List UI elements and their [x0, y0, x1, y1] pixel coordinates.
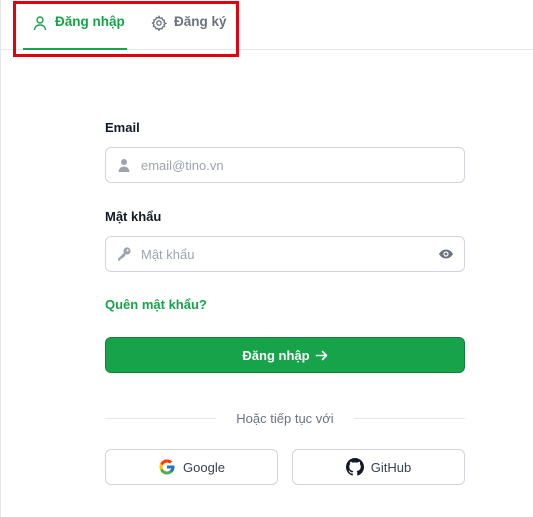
google-icon — [158, 458, 176, 476]
github-label: GitHub — [370, 459, 412, 475]
divider-line-left — [105, 417, 217, 419]
github-button[interactable]: GitHub — [292, 449, 465, 485]
password-label: Mật khẩu — [105, 209, 162, 224]
login-button[interactable]: Đăng nhập — [105, 337, 465, 373]
email-label: Email — [105, 120, 140, 135]
github-icon — [345, 458, 364, 476]
google-label: Google — [183, 459, 225, 475]
forgot-password-link[interactable]: Quên mật khẩu? — [105, 297, 207, 312]
gear-icon — [151, 15, 168, 32]
tab-register[interactable]: Đăng ký — [151, 14, 227, 50]
password-input[interactable] — [141, 246, 438, 262]
arrow-right-icon — [315, 349, 328, 362]
social-divider: Hoặc tiếp tục với — [105, 409, 465, 427]
auth-tabs: Đăng nhập Đăng ký — [1, 0, 533, 50]
divider-text: Hoặc tiếp tục với — [236, 410, 334, 426]
tab-login-label: Đăng nhập — [55, 14, 125, 29]
tab-login[interactable]: Đăng nhập — [23, 14, 127, 50]
person-icon — [117, 158, 131, 172]
email-input[interactable] — [141, 157, 464, 173]
user-icon — [32, 15, 48, 31]
login-button-label: Đăng nhập — [242, 347, 310, 363]
divider-line-right — [353, 417, 465, 419]
key-icon — [117, 247, 131, 261]
tab-register-label: Đăng ký — [174, 14, 227, 29]
login-panel: Đăng nhập Đăng ký Email Mật khẩu — [0, 0, 533, 517]
eye-icon[interactable] — [438, 246, 454, 262]
google-button[interactable]: Google — [105, 449, 278, 485]
password-field — [105, 236, 465, 272]
email-field — [105, 147, 465, 183]
